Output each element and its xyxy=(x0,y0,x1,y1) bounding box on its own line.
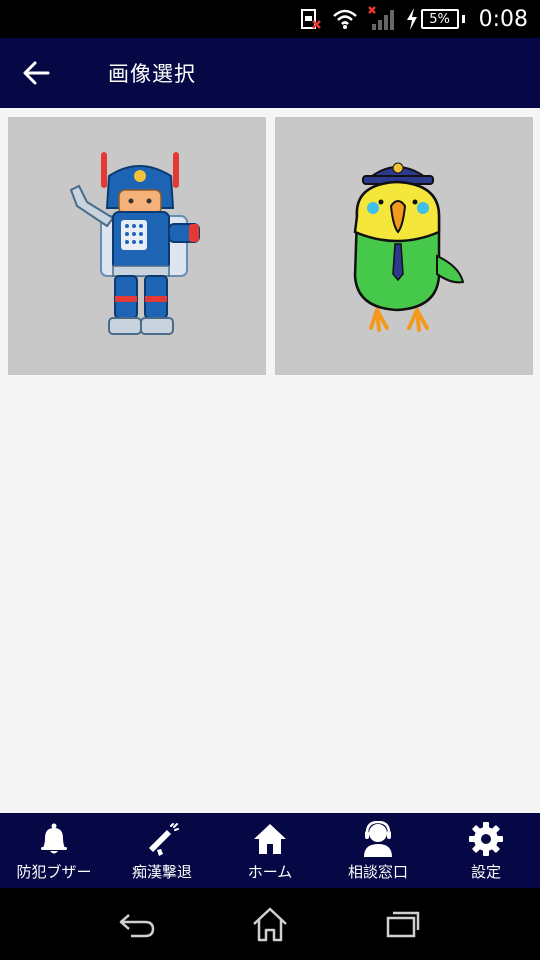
page-title: 画像選択 xyxy=(108,62,196,86)
back-arrow-icon xyxy=(23,61,50,85)
robot-mascot-image xyxy=(69,152,200,335)
nav-label: ホーム xyxy=(247,863,293,881)
battery-nub xyxy=(461,15,465,23)
nav-item-home[interactable]: ホーム xyxy=(216,813,324,888)
back-button[interactable] xyxy=(0,38,72,108)
nav-label: 相談窓口 xyxy=(347,863,408,881)
nav-item-consultation[interactable]: 相談窓口 xyxy=(324,813,432,888)
app-bar: 画像選択 xyxy=(0,38,540,108)
system-home-icon xyxy=(253,907,287,942)
battery-percent: 5% xyxy=(420,9,459,29)
system-recents-icon xyxy=(387,911,420,938)
bottom-nav: 防犯ブザー 痴漢撃退 ホーム 相談窓口 設定 xyxy=(0,813,540,888)
image-tile-robot[interactable] xyxy=(8,117,266,375)
gear-icon xyxy=(468,821,504,857)
image-tile-parakeet[interactable] xyxy=(275,117,533,375)
system-home-button[interactable] xyxy=(230,894,310,954)
parakeet-police-mascot-image xyxy=(353,162,465,332)
clock: 0:08 xyxy=(478,6,528,32)
bell-icon xyxy=(37,821,71,857)
nav-label: 防犯ブザー xyxy=(16,863,92,881)
system-nav-bar xyxy=(0,888,540,960)
signal-icon xyxy=(367,6,394,30)
wifi-icon xyxy=(332,9,357,29)
charging-bolt-icon xyxy=(406,8,417,30)
system-recents-button[interactable] xyxy=(363,894,443,954)
image-grid xyxy=(0,108,540,813)
nav-label: 設定 xyxy=(470,863,501,881)
system-back-icon xyxy=(119,914,154,938)
system-back-button[interactable] xyxy=(97,894,177,954)
home-icon xyxy=(252,821,288,857)
battery-indicator: 5% xyxy=(406,8,465,30)
nav-item-security-buzzer[interactable]: 防犯ブザー xyxy=(0,813,108,888)
nav-label: 痴漢撃退 xyxy=(131,863,192,881)
operator-icon xyxy=(361,821,395,857)
nav-item-molester-repel[interactable]: 痴漢撃退 xyxy=(108,813,216,888)
sim-alert-icon xyxy=(300,9,321,29)
nav-item-settings[interactable]: 設定 xyxy=(432,813,540,888)
status-bar: 5% 0:08 xyxy=(0,0,540,38)
megaphone-icon xyxy=(145,821,179,857)
